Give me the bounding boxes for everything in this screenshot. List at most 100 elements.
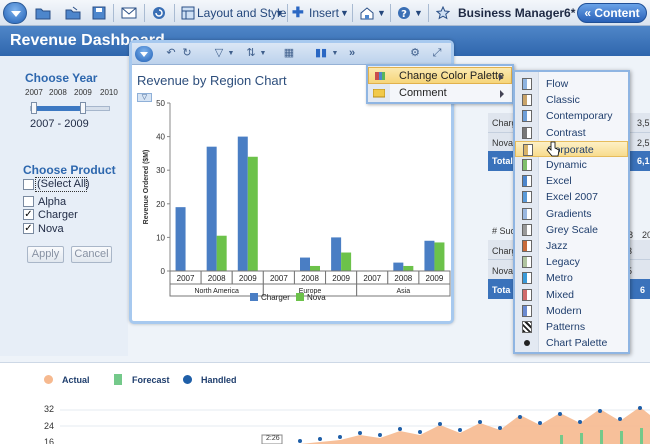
app-menu-button[interactable] — [3, 2, 27, 24]
chevron-down-icon[interactable]: ▼ — [275, 8, 284, 18]
palette-option[interactable]: Excel — [515, 173, 628, 189]
insert-menu[interactable]: Insert — [309, 6, 339, 20]
year-slider-range — [36, 106, 82, 111]
palette-option-label: Chart Palette — [546, 337, 608, 350]
palette-swatch-icon — [522, 207, 532, 220]
palette-option[interactable]: Gradients — [515, 206, 628, 222]
menu-item-comment[interactable]: Comment — [368, 85, 512, 102]
palette-option[interactable]: Contemporary — [515, 108, 628, 124]
year-slider-end-handle[interactable] — [80, 102, 86, 114]
palette-swatch-icon — [522, 110, 532, 123]
palette-swatch-icon — [522, 159, 532, 171]
year-tick: 2007 — [25, 88, 43, 97]
palette-swatch-icon — [522, 272, 532, 285]
legend-swatch — [296, 293, 304, 301]
palette-option[interactable]: Contrast — [515, 125, 628, 141]
help-icon[interactable]: ? — [395, 3, 413, 23]
palette-option[interactable]: Modern — [515, 303, 628, 319]
apply-button[interactable]: Apply — [27, 246, 64, 263]
legend-label: Nova — [307, 293, 326, 302]
palette-icon — [374, 70, 386, 82]
layout-style-menu[interactable]: Layout and Style — [197, 6, 286, 20]
palette-option[interactable]: Patterns — [515, 319, 628, 335]
legend-label: Forecast — [132, 375, 170, 385]
y-tick-label: 30 — [156, 166, 165, 175]
palette-option[interactable]: Dynamic — [515, 157, 628, 173]
legend-swatch — [114, 374, 122, 385]
bar-nova — [310, 265, 320, 271]
palette-option-label: Dynamic — [546, 159, 587, 171]
bar-nova — [434, 242, 445, 271]
palette-option[interactable]: Legacy — [515, 254, 628, 270]
save-icon[interactable] — [89, 3, 109, 23]
select-all-checkbox[interactable] — [23, 179, 34, 190]
bar-charger — [331, 237, 342, 271]
open-folder-icon[interactable] — [33, 3, 53, 23]
y-tick-label: 0 — [161, 267, 166, 276]
alpha-checkbox[interactable] — [23, 196, 34, 207]
x-tick-label: 2007 — [270, 274, 288, 283]
year-slider-start-handle[interactable] — [31, 102, 37, 114]
layout-style-icon — [179, 3, 197, 23]
palette-option[interactable]: Classic — [515, 92, 628, 108]
legend-label: Handled — [201, 375, 237, 385]
x-tick-label: 2008 — [301, 274, 319, 283]
palette-option[interactable]: Jazz — [515, 238, 628, 254]
bar-charger — [175, 207, 186, 271]
palette-swatch-icon — [522, 240, 532, 252]
x-tick-label: 2007 — [363, 274, 381, 283]
submenu-arrow-icon — [499, 73, 503, 81]
charger-checkbox[interactable]: ✓ — [23, 209, 34, 220]
palette-swatch-icon — [523, 143, 533, 156]
menu-item-label: Change Color Palette — [399, 70, 505, 82]
table-header-cell: 20 — [642, 230, 650, 240]
email-icon[interactable] — [119, 3, 139, 23]
x-group-label: North America — [194, 288, 238, 295]
palette-option-label: Grey Scale — [546, 223, 598, 236]
palette-option-label: Contemporary — [546, 110, 613, 123]
palette-option[interactable]: Excel 2007 — [515, 189, 628, 205]
bar-charger — [300, 257, 310, 271]
chevron-down-icon[interactable]: ▼ — [340, 8, 349, 18]
chevron-down-icon[interactable]: ▼ — [414, 8, 423, 18]
year-tick: 2008 — [49, 88, 67, 97]
table-cell: Tota — [492, 285, 511, 295]
palette-option[interactable]: Mixed — [515, 287, 628, 303]
palette-option[interactable]: Flow — [515, 76, 628, 92]
palette-option[interactable]: Corporate — [515, 140, 628, 157]
legend-label: Charger — [261, 293, 290, 302]
palette-swatch-icon — [522, 94, 532, 107]
cancel-button[interactable]: Cancel — [71, 246, 112, 263]
chevron-down-icon[interactable]: ▼ — [377, 8, 386, 18]
palette-swatch-icon — [522, 223, 532, 236]
open-file-icon[interactable] — [63, 3, 83, 23]
menu-item-change-color-palette[interactable]: Change Color Palette — [368, 67, 512, 84]
palette-option-label: Flow — [546, 78, 569, 90]
content-button[interactable]: « Content — [577, 3, 647, 23]
refresh-icon[interactable] — [149, 3, 169, 23]
x-tick-label: 2009 — [426, 274, 444, 283]
bar-nova — [341, 252, 352, 271]
palette-option[interactable]: Chart Palette — [515, 335, 628, 351]
palette-swatch-icon — [522, 288, 532, 301]
palette-swatch-icon — [522, 191, 532, 204]
palette-option[interactable]: Grey Scale — [515, 222, 628, 238]
chart-tooltip: 2:26 — [266, 435, 280, 442]
svg-text:?: ? — [401, 9, 407, 20]
palette-option-label: Gradients — [546, 207, 592, 220]
palette-option-label: Legacy — [546, 256, 580, 269]
x-tick-label: 2008 — [394, 274, 412, 283]
y-tick-label: 40 — [156, 133, 165, 142]
menu-item-label: Comment — [399, 87, 447, 99]
palette-option[interactable]: Metro — [515, 270, 628, 286]
palette-swatch-icon — [522, 126, 532, 139]
y-axis-label: Revenue Ordered ($M) — [143, 150, 150, 225]
home-icon[interactable] — [357, 3, 377, 23]
hand-cursor-icon — [546, 141, 560, 157]
palette-option-label: Metro — [546, 272, 573, 285]
table-cell: 6,1 — [637, 156, 650, 166]
star-icon[interactable] — [433, 3, 453, 23]
palette-swatch-icon — [522, 256, 532, 269]
nova-checkbox[interactable]: ✓ — [23, 223, 34, 234]
product-label: (Select All) — [37, 178, 90, 190]
